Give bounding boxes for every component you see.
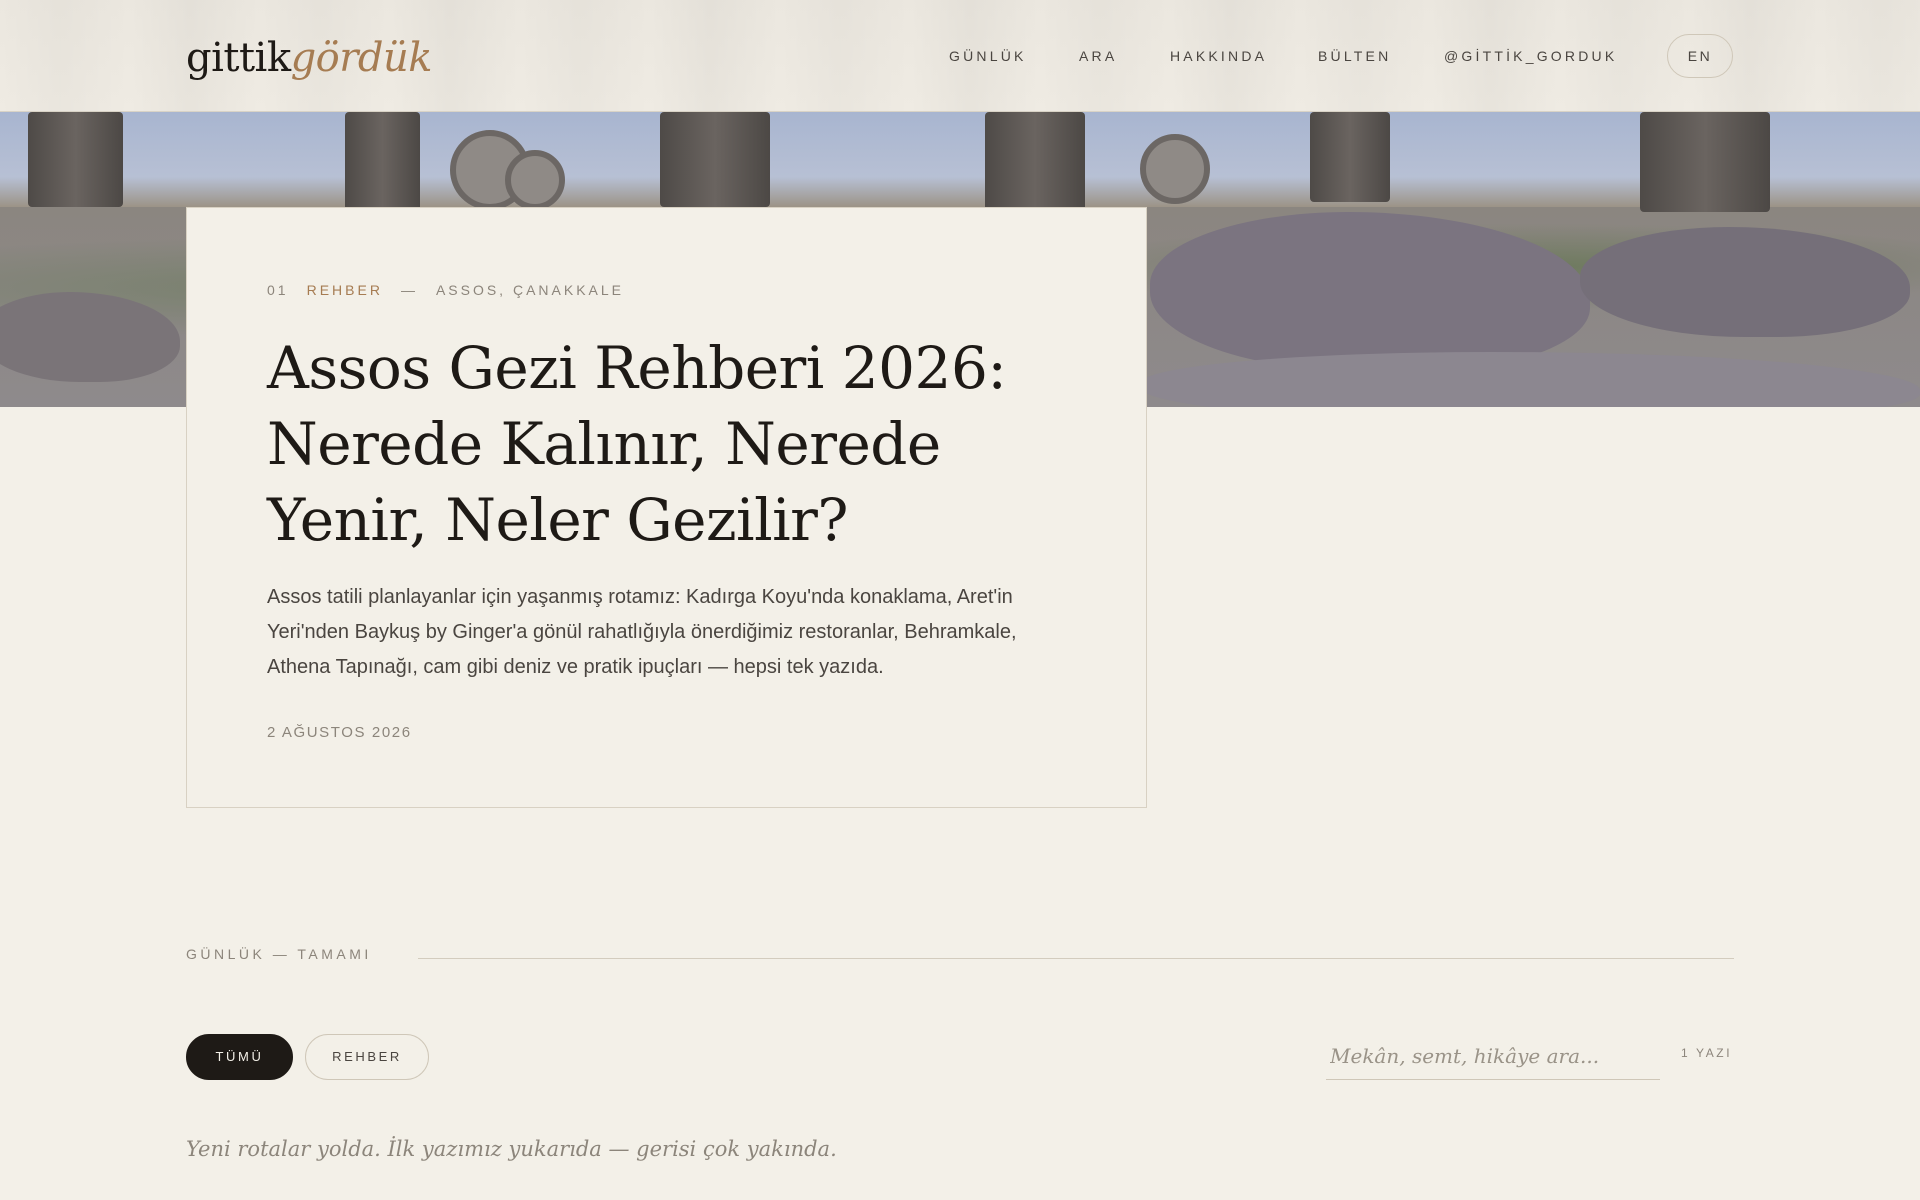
post-location: ASSOS, ÇANAKKALE	[435, 282, 624, 298]
post-excerpt: Assos tatili planlayanlar için yaşanmış …	[267, 586, 1017, 678]
post-count: 1 YAZI	[1681, 1046, 1733, 1060]
site-header: gittikgördük GÜNLÜK ARA HAKKINDA BÜLTEN …	[0, 0, 1920, 112]
ruin-column	[1310, 112, 1390, 202]
ruin-column	[345, 112, 420, 212]
nav-link-ara[interactable]: ARA	[1079, 34, 1117, 78]
filter-chip-rehber[interactable]: REHBER	[305, 1034, 429, 1080]
main-nav: GÜNLÜK ARA HAKKINDA BÜLTEN @GİTTİK_GORDU…	[0, 34, 1920, 78]
post-category[interactable]: REHBER	[307, 282, 383, 298]
empty-state-note: Yeni rotalar yolda. İlk yazımız yukarıda…	[186, 1137, 837, 1161]
language-switch-button[interactable]: EN	[1667, 34, 1733, 78]
nav-link-hakkinda[interactable]: HAKKINDA	[1170, 34, 1267, 78]
nav-link-gunluk[interactable]: GÜNLÜK	[949, 34, 1027, 78]
ruin-drum	[505, 150, 565, 210]
ruin-column	[985, 112, 1085, 212]
post-title[interactable]: Assos Gezi Rehberi 2026: Nerede Kalınır,…	[267, 330, 1087, 558]
ruin-column	[1640, 112, 1770, 212]
meta-separator: —	[400, 282, 418, 298]
post-number: 01	[267, 282, 289, 298]
search-input[interactable]	[1326, 1032, 1660, 1080]
section-divider	[418, 958, 1734, 959]
featured-post-card[interactable]: 01 REHBER — ASSOS, ÇANAKKALE Assos Gezi Reh…	[186, 207, 1147, 808]
ruin-drum	[1140, 134, 1210, 204]
ruin-column	[660, 112, 770, 207]
post-meta: 01 REHBER — ASSOS, ÇANAKKALE	[267, 282, 624, 298]
section-title: GÜNLÜK — TAMAMI	[186, 946, 372, 962]
ruin-column	[28, 112, 123, 207]
post-date: 2 AĞUSTOS 2026	[267, 724, 412, 741]
filter-chip-all[interactable]: TÜMÜ	[186, 1034, 293, 1080]
nav-link-bulten[interactable]: BÜLTEN	[1318, 34, 1391, 78]
nav-link-instagram[interactable]: @GİTTİK_GORDUK	[1444, 34, 1617, 78]
